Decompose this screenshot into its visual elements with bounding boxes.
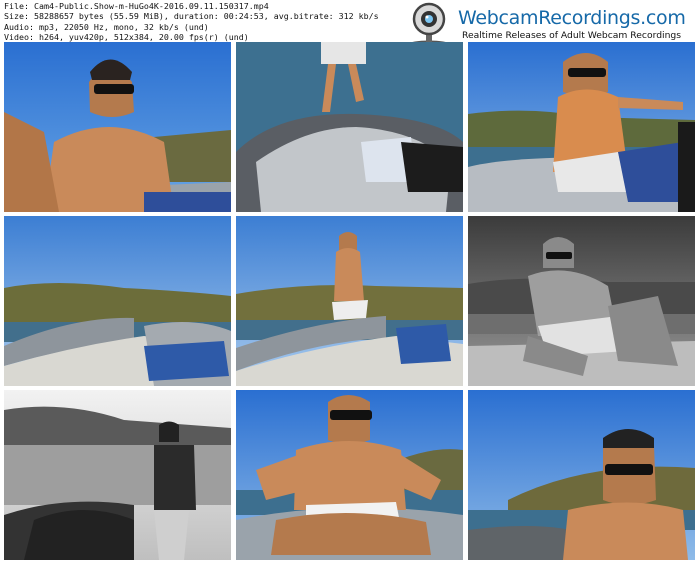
watermark-tagline: Realtime Releases of Adult Webcam Record… bbox=[462, 30, 682, 41]
thumbnail-2[interactable] bbox=[236, 42, 463, 212]
file-size-line: Size: 58288657 bytes (55.59 MiB), durati… bbox=[4, 11, 379, 22]
thumbnail-4[interactable] bbox=[4, 216, 231, 386]
thumbnail-3[interactable] bbox=[468, 42, 695, 212]
thumbnail-8[interactable] bbox=[236, 390, 463, 560]
thumbnail-6[interactable] bbox=[468, 216, 695, 386]
thumbnail-5[interactable] bbox=[236, 216, 463, 386]
file-info: File: Cam4-Public.Show-m-HuGo4K-2016.09.… bbox=[4, 1, 404, 43]
thumbnail-7[interactable] bbox=[4, 390, 231, 560]
thumbnail-9[interactable] bbox=[468, 390, 695, 560]
watermark-name: WebcamRecordings.com bbox=[458, 7, 686, 29]
thumbnail-1[interactable] bbox=[4, 42, 231, 212]
file-name-line: File: Cam4-Public.Show-m-HuGo4K-2016.09.… bbox=[4, 1, 269, 11]
audio-line: Audio: mp3, 22050 Hz, mono, 32 kb/s (und… bbox=[4, 21, 209, 32]
